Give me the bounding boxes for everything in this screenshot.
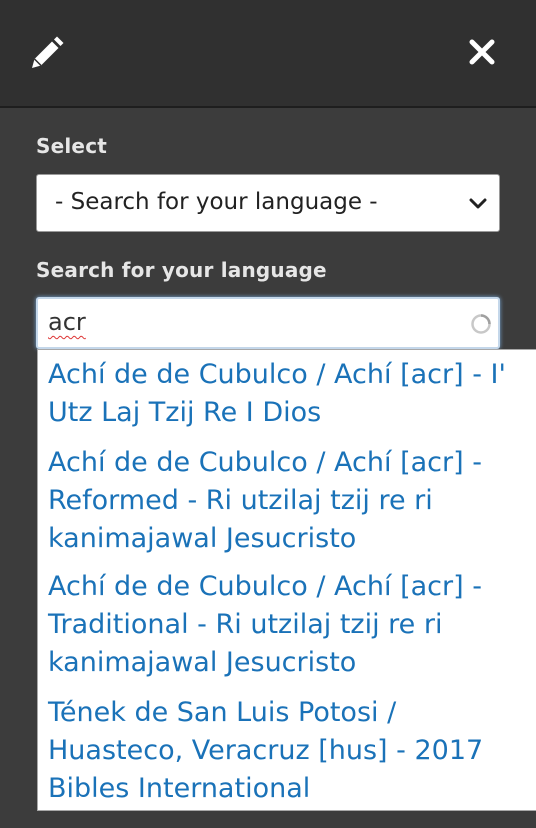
pencil-icon	[32, 36, 64, 68]
result-item[interactable]: Achí de de Cubulco / Achí [acr] - Tradit…	[48, 568, 528, 682]
select-label: Select	[36, 134, 108, 158]
search-label: Search for your language	[36, 258, 327, 282]
result-item[interactable]: Tének de San Luis Potosi / Huasteco, Ver…	[48, 694, 528, 808]
select-value: - Search for your language -	[55, 189, 378, 215]
search-results-list: Achí de de Cubulco / Achí [acr] - I' Utz…	[37, 349, 536, 811]
dialog-header	[0, 0, 536, 108]
search-input-value: acr	[48, 308, 86, 336]
language-select[interactable]: - Search for your language -	[36, 174, 500, 232]
close-icon[interactable]	[466, 36, 498, 68]
language-search-input[interactable]: acr	[36, 297, 500, 349]
chevron-down-icon	[469, 198, 487, 209]
loading-spinner-icon	[471, 314, 491, 334]
result-item[interactable]: Achí de de Cubulco / Achí [acr] - Reform…	[48, 444, 528, 558]
result-item[interactable]: Achí de de Cubulco / Achí [acr] - I' Utz…	[48, 356, 528, 432]
